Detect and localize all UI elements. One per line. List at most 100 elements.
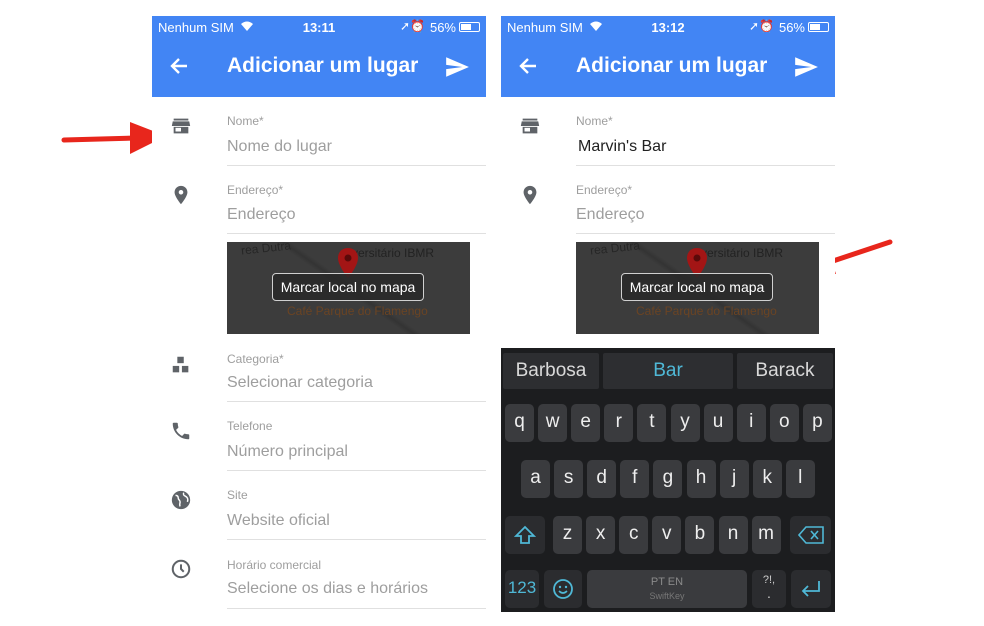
map-cafe-label: Café Parque do Flamengo bbox=[287, 304, 428, 318]
key-x[interactable]: x bbox=[586, 516, 616, 554]
phone-label: Telefone bbox=[227, 419, 273, 433]
divider bbox=[576, 233, 835, 234]
divider bbox=[227, 165, 486, 166]
space-language-label: PT EN bbox=[650, 576, 684, 588]
divider bbox=[227, 233, 486, 234]
key-o[interactable]: o bbox=[769, 404, 799, 442]
swiftkey-logo: SwiftKey bbox=[649, 591, 685, 601]
back-arrow-icon[interactable] bbox=[170, 51, 188, 83]
battery-percent: 56% bbox=[429, 20, 456, 35]
category-select[interactable]: Selecionar categoria bbox=[227, 374, 373, 392]
key-z[interactable]: z bbox=[553, 516, 582, 554]
location-arrow-icon: ➚ bbox=[748, 19, 759, 33]
location-pin-icon bbox=[174, 185, 188, 205]
send-icon[interactable] bbox=[444, 54, 470, 80]
app-bar: Adicionar um lugar bbox=[501, 38, 835, 97]
key-m[interactable]: m bbox=[751, 516, 781, 554]
enter-icon bbox=[801, 581, 820, 597]
category-icon bbox=[172, 356, 189, 373]
enter-key[interactable] bbox=[791, 570, 831, 608]
app-bar: Adicionar um lugar bbox=[152, 38, 486, 97]
divider bbox=[227, 401, 486, 402]
name-label: Nome* bbox=[576, 114, 613, 128]
key-l[interactable]: l bbox=[785, 460, 815, 498]
backspace-icon bbox=[797, 526, 824, 544]
mark-on-map-button[interactable]: Marcar local no mapa bbox=[621, 273, 773, 301]
map-poi-label: versitário IBMR bbox=[701, 246, 784, 260]
status-bar: Nenhum SIM 13:11 ➚ ⏰ 56% bbox=[152, 16, 486, 38]
key-r[interactable]: r bbox=[604, 404, 634, 442]
clock-icon bbox=[171, 559, 191, 579]
site-input[interactable]: Website oficial bbox=[227, 512, 330, 530]
space-key[interactable]: PT EN SwiftKey bbox=[587, 570, 747, 608]
key-k[interactable]: k bbox=[752, 460, 782, 498]
map-cafe-label: Café Parque do Flamengo bbox=[636, 304, 777, 318]
address-input[interactable]: Endereço bbox=[576, 206, 645, 224]
globe-icon bbox=[171, 490, 191, 510]
emoji-icon bbox=[553, 579, 573, 599]
category-label: Categoria* bbox=[227, 352, 284, 366]
punctuation-key[interactable]: ?!, . bbox=[752, 570, 786, 608]
key-q[interactable]: q bbox=[505, 404, 534, 442]
key-d[interactable]: d bbox=[587, 460, 617, 498]
key-j[interactable]: j bbox=[719, 460, 749, 498]
address-label: Endereço* bbox=[227, 183, 284, 197]
divider bbox=[227, 539, 486, 540]
key-e[interactable]: e bbox=[571, 404, 601, 442]
site-label: Site bbox=[227, 488, 248, 502]
address-label: Endereço* bbox=[576, 183, 633, 197]
divider bbox=[576, 165, 835, 166]
store-icon bbox=[171, 118, 191, 134]
shift-icon bbox=[513, 525, 537, 544]
keyboard: Barbosa Bar Barack 123 PT EN SwiftKey ?!… bbox=[501, 348, 835, 612]
status-bar: Nenhum SIM 13:12 ➚ ⏰ 56% bbox=[501, 16, 835, 38]
key-t[interactable]: t bbox=[637, 404, 667, 442]
name-label: Nome* bbox=[227, 114, 264, 128]
hours-input[interactable]: Selecione os dias e horários bbox=[227, 580, 428, 598]
divider bbox=[227, 470, 486, 471]
back-arrow-icon[interactable] bbox=[519, 51, 537, 83]
phone-input[interactable]: Número principal bbox=[227, 443, 348, 461]
punctuation-bottom-label: . bbox=[767, 585, 771, 601]
phone-icon bbox=[172, 422, 190, 440]
suggestion-1[interactable]: Barbosa bbox=[503, 353, 599, 389]
key-p[interactable]: p bbox=[802, 404, 832, 442]
shift-key[interactable] bbox=[505, 516, 545, 554]
map-preview[interactable]: rea Dutra versitário IBMR Café Parque do… bbox=[227, 242, 470, 334]
map-preview[interactable]: rea Dutra versitário IBMR Café Parque do… bbox=[576, 242, 819, 334]
key-u[interactable]: u bbox=[703, 404, 733, 442]
key-s[interactable]: s bbox=[554, 460, 584, 498]
phone-screen-left: Nenhum SIM 13:11 ➚ ⏰ 56% Adicionar um lu… bbox=[152, 16, 486, 626]
battery-icon bbox=[808, 22, 829, 32]
key-h[interactable]: h bbox=[686, 460, 716, 498]
key-b[interactable]: b bbox=[685, 516, 715, 554]
backspace-key[interactable] bbox=[790, 516, 831, 554]
location-arrow-icon: ➚ bbox=[399, 19, 410, 33]
alarm-icon: ⏰ bbox=[759, 19, 774, 33]
page-title: Adicionar um lugar bbox=[227, 54, 419, 77]
divider bbox=[227, 608, 486, 609]
phone-screen-right: Nenhum SIM 13:12 ➚ ⏰ 56% Adicionar um lu… bbox=[501, 16, 835, 626]
page-title: Adicionar um lugar bbox=[576, 54, 768, 77]
suggestion-3[interactable]: Barack bbox=[737, 353, 833, 389]
hours-label: Horário comercial bbox=[227, 558, 322, 572]
key-f[interactable]: f bbox=[620, 460, 650, 498]
key-a[interactable]: a bbox=[521, 460, 550, 498]
key-i[interactable]: i bbox=[736, 404, 766, 442]
key-n[interactable]: n bbox=[718, 516, 748, 554]
location-pin-icon bbox=[523, 185, 537, 205]
emoji-key[interactable] bbox=[544, 570, 582, 608]
address-input[interactable]: Endereço bbox=[227, 206, 296, 224]
mark-on-map-button[interactable]: Marcar local no mapa bbox=[272, 273, 424, 301]
numbers-key[interactable]: 123 bbox=[505, 570, 539, 608]
name-input[interactable]: Nome do lugar bbox=[227, 138, 332, 156]
key-w[interactable]: w bbox=[538, 404, 568, 442]
key-g[interactable]: g bbox=[653, 460, 683, 498]
key-c[interactable]: c bbox=[619, 516, 649, 554]
send-icon[interactable] bbox=[793, 54, 819, 80]
name-input[interactable]: Marvin's Bar bbox=[578, 138, 666, 156]
key-v[interactable]: v bbox=[652, 516, 682, 554]
key-y[interactable]: y bbox=[670, 404, 700, 442]
suggestion-2[interactable]: Bar bbox=[603, 353, 733, 389]
alarm-icon: ⏰ bbox=[410, 19, 425, 33]
